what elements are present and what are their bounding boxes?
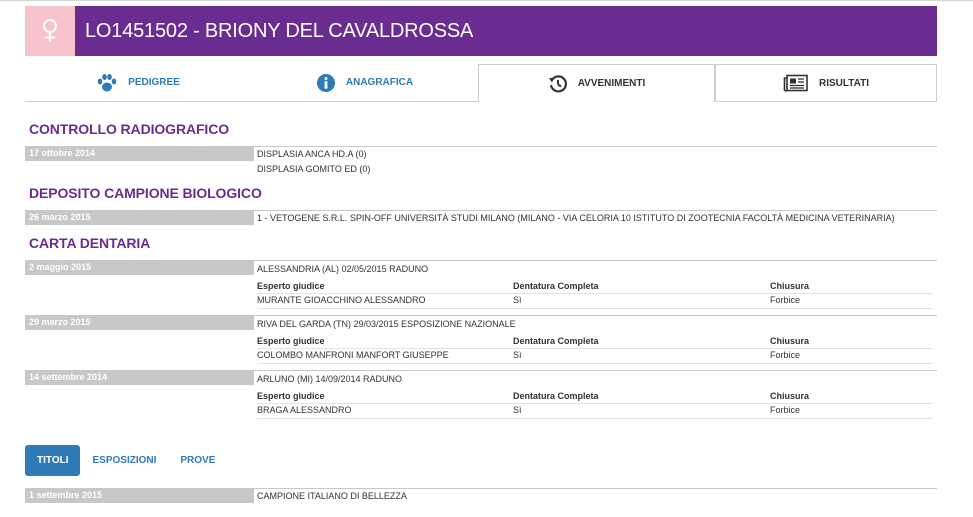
subtab-titoli[interactable]: TITOLI [25, 445, 81, 476]
section-title-deposito: DEPOSITO CAMPIONE BIOLOGICO [29, 185, 262, 201]
tab-pedigree[interactable]: PEDIGREE [25, 64, 251, 102]
cell-dentatura: Sì [513, 350, 522, 360]
table-row: 29 marzo 2015 RIVA DEL GARDA (TN) 29/03/… [25, 315, 937, 367]
event-text: ARLUNO (MI) 14/09/2014 RADUNO [257, 374, 403, 384]
event-date: 17 ottobre 2014 [25, 147, 254, 161]
newspaper-icon [783, 74, 809, 92]
tab-label: AVVENIMENTI [577, 78, 646, 89]
header-dentatura: Dentatura Completa [513, 391, 599, 401]
event-text: 1 - VETOGENE S.R.L. SPIN-OFF UNIVERSITÀ … [257, 213, 895, 223]
list-item: 26 marzo 2015 1 - VETOGENE S.R.L. SPIN-O… [25, 210, 937, 226]
dog-header: LO1451502 - BRIONY DEL CAVALDROSSA [25, 6, 937, 56]
tab-avvenimenti[interactable]: AVVENIMENTI [478, 64, 715, 102]
female-icon [43, 19, 57, 42]
event-text: CAMPIONE ITALIANO DI BELLEZZA [257, 491, 407, 501]
table-row: 2 maggio 2015 ALESSANDRIA (AL) 02/05/201… [25, 260, 937, 312]
event-text: ALESSANDRIA (AL) 02/05/2015 RADUNO [257, 264, 429, 274]
cell-esperto: MURANTE GIOACCHINO ALESSANDRO [257, 295, 426, 305]
header-esperto: Esperto giudice [257, 391, 325, 401]
cell-chiusura: Forbice [770, 405, 801, 415]
cell-esperto: COLOMBO MANFRONI MANFORT GIUSEPPE [257, 350, 449, 360]
tab-label: PEDIGREE [128, 77, 180, 88]
page-title: LO1451502 - BRIONY DEL CAVALDROSSA [85, 19, 474, 42]
tab-anagrafica[interactable]: ANAGRAFICA [251, 64, 478, 102]
header-chiusura: Chiusura [770, 281, 810, 291]
subtab-prove[interactable]: PROVE [168, 445, 227, 476]
table-row: 14 settembre 2014 ARLUNO (MI) 14/09/2014… [25, 370, 937, 422]
subtab-esposizioni[interactable]: ESPOSIZIONI [80, 445, 168, 476]
grid-divider [257, 418, 933, 419]
cell-dentatura: Sì [513, 405, 522, 415]
tab-label: ANAGRAFICA [345, 77, 414, 88]
cell-chiusura: Forbice [770, 295, 801, 305]
event-text: RIVA DEL GARDA (TN) 29/03/2015 ESPOSIZIO… [257, 319, 516, 329]
header-esperto: Esperto giudice [257, 336, 325, 346]
event-text: DISPLASIA GOMITO ED (0) [257, 164, 371, 174]
event-date: 29 marzo 2015 [25, 316, 254, 330]
main-tabs: PEDIGREE ANAGRAFICA AVVENIMENTI RISULTAT… [25, 64, 937, 102]
cell-dentatura: Sì [513, 295, 522, 305]
info-icon [316, 73, 336, 93]
tab-label: RISULTATI [819, 77, 869, 89]
grid-divider [257, 363, 933, 364]
cell-esperto: BRAGA ALESSANDRO [257, 405, 352, 415]
results-subtabs: TITOLI ESPOSIZIONI PROVE [25, 445, 227, 476]
grid-divider [257, 403, 933, 404]
top-divider [0, 0, 973, 1]
header-chiusura: Chiusura [770, 391, 810, 401]
header-dentatura: Dentatura Completa [513, 336, 599, 346]
section-title-controllo: CONTROLLO RADIOGRAFICO [29, 121, 230, 137]
cell-chiusura: Forbice [770, 350, 801, 360]
tab-risultati[interactable]: RISULTATI [715, 64, 937, 102]
list-item: 17 ottobre 2014 DISPLASIA ANCA HD.A (0) … [25, 146, 937, 176]
header-esperto: Esperto giudice [257, 281, 325, 291]
event-date: 1 settembre 2015 [25, 489, 254, 503]
event-text: DISPLASIA ANCA HD.A (0) [257, 149, 367, 159]
event-date: 26 marzo 2015 [25, 211, 254, 225]
history-icon [548, 74, 568, 94]
header-chiusura: Chiusura [770, 336, 810, 346]
section-title-carta: CARTA DENTARIA [29, 235, 151, 251]
paw-icon [96, 73, 118, 93]
sex-badge [25, 6, 75, 56]
event-date: 2 maggio 2015 [25, 261, 254, 275]
list-item: 1 settembre 2015 CAMPIONE ITALIANO DI BE… [25, 488, 937, 504]
header-dentatura: Dentatura Completa [513, 281, 599, 291]
event-date: 14 settembre 2014 [25, 371, 254, 385]
grid-divider [257, 308, 933, 309]
